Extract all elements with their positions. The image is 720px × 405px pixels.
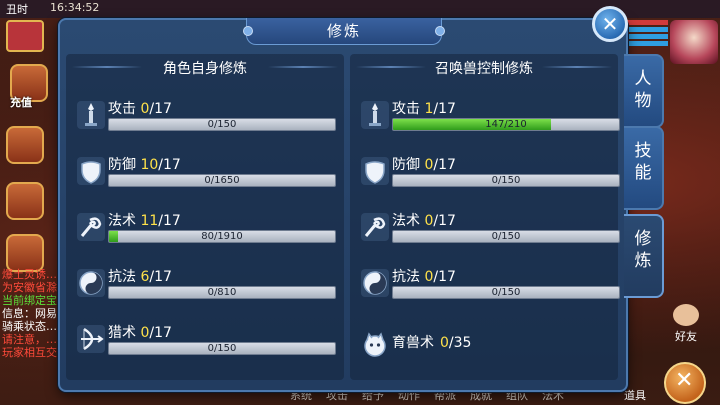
beast-skill-label: 育兽术 0/35 xyxy=(392,335,472,351)
pet-cultivation-header: 召唤兽控制修炼 xyxy=(435,61,533,77)
pet-cultivation-panel: 召唤兽控制修炼 攻击 1/17 147/210 防御 0/17 0/150 法术 0/1… xyxy=(350,54,620,380)
chat-line: 爆土灵诱… xyxy=(2,268,57,281)
resist-icon xyxy=(361,269,389,297)
progress-text: 80/1910 xyxy=(201,231,243,242)
skill-name: 抗法 0/17 xyxy=(392,269,456,285)
skill-name: 防御 10/17 xyxy=(108,157,181,173)
progress-bar: 0/150 xyxy=(108,118,336,131)
chat-line: 骑乘状态… xyxy=(2,320,57,333)
progress-text: 0/150 xyxy=(207,343,237,354)
skill-name: 法术 11/17 xyxy=(108,213,181,229)
progress-bar: 0/150 xyxy=(392,286,620,299)
progress-text: 0/810 xyxy=(207,287,237,298)
friends-label: 好友 xyxy=(675,330,697,343)
resist-icon xyxy=(77,269,105,297)
friends-button[interactable]: 好友 xyxy=(666,304,706,344)
progress-text: 147/210 xyxy=(485,119,527,130)
beast-skill-row[interactable]: 育兽术 0/35 xyxy=(350,324,618,380)
close-button[interactable]: ✕ xyxy=(592,6,628,42)
panel-header: 角色自身修炼 xyxy=(66,54,344,84)
skill-name: 攻击 1/17 xyxy=(392,101,456,117)
progress-text: 0/150 xyxy=(207,119,237,130)
progress-bar: 0/150 xyxy=(392,174,620,187)
progress-bar: 80/1910 xyxy=(108,230,336,243)
progress-text: 0/150 xyxy=(491,287,521,298)
cultivation-row-0[interactable]: 攻击 1/17 147/210 xyxy=(350,94,620,150)
recharge-label: 充值 xyxy=(10,96,32,109)
attack-icon xyxy=(77,101,105,129)
chat-line: 为安徽省滁… xyxy=(2,281,64,294)
tab-label: 技能 xyxy=(634,141,652,183)
chat-line: 玩家相互交… xyxy=(2,346,64,359)
beast-icon xyxy=(364,332,386,357)
tab-0[interactable]: 人物 xyxy=(624,54,664,128)
dialog-title-bar: 修炼 xyxy=(243,18,445,45)
player-avatar[interactable] xyxy=(670,20,718,64)
self-cultivation-header: 角色自身修炼 xyxy=(163,61,247,77)
skill-name: 法术 0/17 xyxy=(392,213,456,229)
progress-text: 0/150 xyxy=(491,175,521,186)
hunt-icon xyxy=(77,325,105,353)
progress-bar: 0/810 xyxy=(108,286,336,299)
chat-log: 爆土灵诱… 为安徽省滁… 当前绑定宝… 信息：网易… 骑乘状态… 请注意，… 玩家相互交… xyxy=(2,268,64,359)
progress-bar: 147/210 xyxy=(392,118,620,131)
tab-label: 人物 xyxy=(634,69,652,111)
cultivation-row-1[interactable]: 防御 0/17 0/150 xyxy=(350,150,620,206)
defense-icon xyxy=(77,157,105,185)
progress-bar: 0/150 xyxy=(108,342,336,355)
attack-icon xyxy=(361,101,389,129)
chat-line: 当前绑定宝… xyxy=(2,294,64,307)
expand-icon[interactable] xyxy=(6,126,44,164)
tab-2[interactable]: 修炼 xyxy=(624,214,664,298)
self-cultivation-panel: 角色自身修炼 攻击 0/17 0/150 防御 10/17 0/1650 法术 11/1… xyxy=(66,54,344,380)
panel-header: 召唤兽控制修炼 xyxy=(350,54,618,84)
chat-icon[interactable] xyxy=(6,234,44,272)
magic-icon xyxy=(77,213,105,241)
chat-line: 信息：网易… xyxy=(2,307,64,320)
book-icon[interactable] xyxy=(6,182,44,220)
cultivation-row-0[interactable]: 攻击 0/17 0/150 xyxy=(66,94,344,150)
cultivation-row-2[interactable]: 法术 0/17 0/150 xyxy=(350,206,620,262)
clock-label: 16:34:52 xyxy=(50,1,100,14)
cultivation-row-2[interactable]: 法术 11/17 80/1910 xyxy=(66,206,344,262)
chat-line: 请注意，… xyxy=(2,333,57,346)
magic-icon xyxy=(361,213,389,241)
dialog-title: 修炼 xyxy=(326,22,361,40)
cultivation-row-3[interactable]: 抗法 6/17 0/810 xyxy=(66,262,344,318)
cultivation-row-1[interactable]: 防御 10/17 0/1650 xyxy=(66,150,344,206)
progress-text: 0/1650 xyxy=(204,175,240,186)
skill-name: 猎术 0/17 xyxy=(108,325,172,341)
ornament-icon xyxy=(243,26,253,36)
progress-bar: 0/150 xyxy=(392,230,620,243)
map-avatar-icon[interactable] xyxy=(6,20,44,52)
items-label[interactable]: 道具 xyxy=(624,387,646,403)
ornament-icon xyxy=(435,26,445,36)
tab-1[interactable]: 技能 xyxy=(624,126,664,210)
skill-name: 防御 0/17 xyxy=(392,157,456,173)
skill-name: 抗法 6/17 xyxy=(108,269,172,285)
cultivation-row-3[interactable]: 抗法 0/17 0/150 xyxy=(350,262,620,318)
defense-icon xyxy=(361,157,389,185)
menu-toggle-icon[interactable] xyxy=(664,362,706,404)
game-time-label: 丑时 xyxy=(6,3,28,16)
cultivation-row-4[interactable]: 猎术 0/17 0/150 xyxy=(66,318,344,374)
close-icon: ✕ xyxy=(601,12,619,36)
progress-bar: 0/1650 xyxy=(108,174,336,187)
skill-name: 攻击 0/17 xyxy=(108,101,172,117)
progress-text: 0/150 xyxy=(491,231,521,242)
friends-icon xyxy=(673,304,699,326)
tab-label: 修炼 xyxy=(634,229,652,271)
cultivation-dialog: 修炼 角色自身修炼 攻击 0/17 0/150 防御 10/17 0/1650 法术 1… xyxy=(58,18,628,392)
